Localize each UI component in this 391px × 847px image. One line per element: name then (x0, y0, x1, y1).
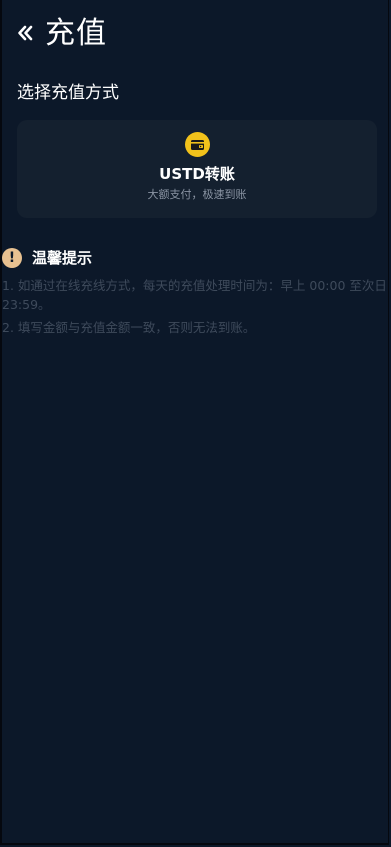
double-chevron-left-icon (18, 25, 33, 41)
back-button[interactable] (14, 20, 36, 46)
tips-title: 温馨提示 (32, 249, 93, 267)
header: 充值 (0, 0, 391, 70)
section-title: 选择充值方式 (17, 83, 119, 103)
tip-item: 1. 如通过在线充线方式，每天的充值处理时间为：早上 00:00 至次日 23:… (2, 278, 387, 312)
page-title: 充值 (45, 16, 107, 51)
tip-item: 2. 填写金额与充值金额一致，否则无法到账。 (2, 320, 256, 335)
payment-method-card-ustd[interactable]: USTD转账 大额支付，极速到账 (17, 120, 377, 218)
tips-list: 1. 如通过在线充线方式，每天的充值处理时间为：早上 00:00 至次日 23:… (2, 276, 387, 337)
tips-header: ! 温馨提示 (2, 246, 387, 272)
exclamation-icon: ! (2, 248, 22, 268)
payment-method-name: USTD转账 (159, 165, 235, 183)
tips-section: ! 温馨提示 1. 如通过在线充线方式，每天的充值处理时间为：早上 00:00 … (2, 246, 387, 341)
payment-method-subtitle: 大额支付，极速到账 (147, 188, 247, 201)
wallet-icon (185, 132, 210, 157)
